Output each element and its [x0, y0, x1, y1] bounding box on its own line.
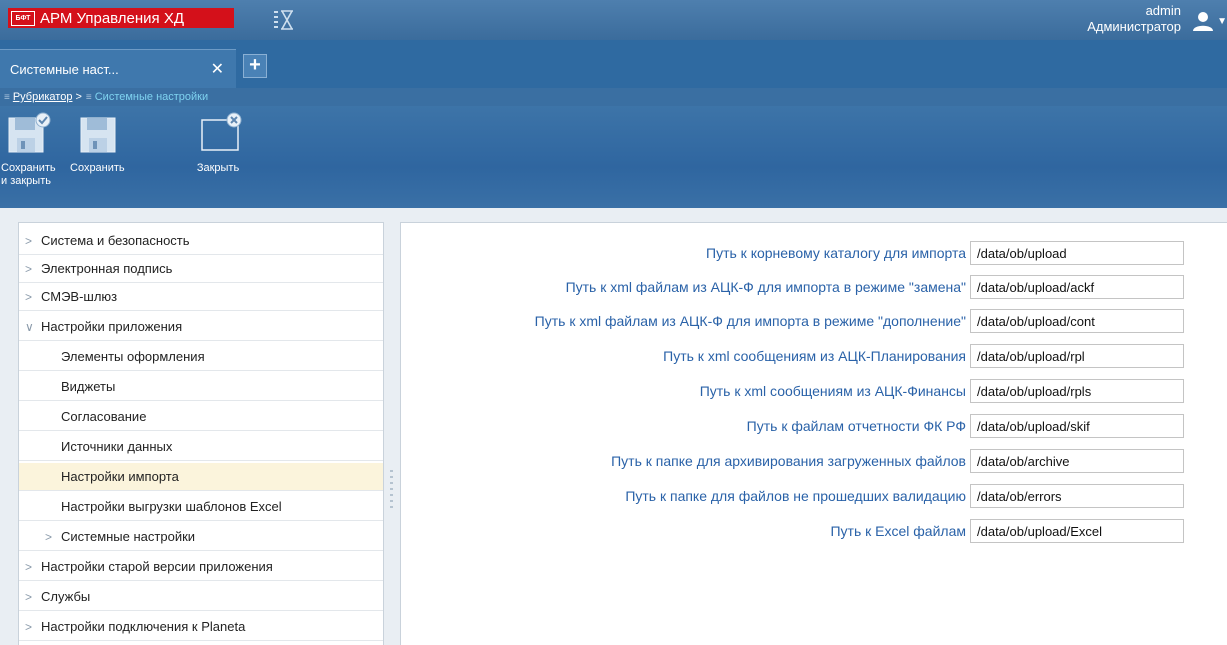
field-label: Путь к Excel файлам	[830, 523, 966, 539]
breadcrumb-current: Системные настройки	[94, 91, 209, 103]
tab-system-settings[interactable]: Системные наст... ✕	[0, 49, 236, 88]
form-row: Путь к xml файлам из АЦК-Ф для импорта в…	[401, 309, 1227, 333]
tree-item-old-version-settings[interactable]: > Настройки старой версии приложения	[19, 553, 383, 581]
form-row: Путь к папке для файлов не прошедших вал…	[401, 484, 1227, 508]
tree-item-smev-gateway[interactable]: > СМЭВ-шлюз	[19, 283, 383, 311]
save-close-label-1: Сохранить	[1, 162, 56, 174]
tree-item-label: Настройки подключения к Planeta	[41, 619, 246, 634]
user-role[interactable]: Администратор	[1087, 19, 1181, 34]
tree-item-app-settings[interactable]: ∨ Настройки приложения	[19, 313, 383, 341]
breadcrumb-link-rubricator[interactable]: Рубрикатор	[13, 91, 73, 103]
import-settings-form: Путь к корневому каталогу для импорта Пу…	[400, 222, 1227, 645]
save-label: Сохранить	[70, 162, 125, 174]
tree-item-system-settings[interactable]: > Системные настройки	[19, 523, 383, 551]
field-label: Путь к xml сообщениям из АЦК-Планировани…	[663, 348, 966, 364]
tree-item-design-elements[interactable]: Элементы оформления	[19, 343, 383, 371]
form-row: Путь к xml сообщениям из АЦК-Финансы	[401, 379, 1227, 403]
errors-path-input[interactable]	[970, 484, 1184, 508]
chevron-right-icon[interactable]: >	[25, 620, 39, 634]
tree-item-data-sources[interactable]: Источники данных	[19, 433, 383, 461]
chevron-down-icon[interactable]: ∨	[25, 320, 39, 334]
root-import-path-input[interactable]	[970, 241, 1184, 265]
tree-item-import-settings[interactable]: Настройки импорта	[19, 463, 383, 491]
tree-item-services[interactable]: > Службы	[19, 583, 383, 611]
close-icon[interactable]: ✕	[211, 59, 224, 79]
tree-item-excel-export-settings[interactable]: Настройки выгрузки шаблонов Excel	[19, 493, 383, 521]
chevron-right-icon[interactable]: >	[25, 560, 39, 574]
tree-item-label: Службы	[41, 589, 91, 604]
ackf-replace-path-input[interactable]	[970, 275, 1184, 299]
ack-planning-path-input[interactable]	[970, 344, 1184, 368]
chevron-right-icon[interactable]: >	[25, 262, 39, 276]
save-button[interactable]: Сохранить	[70, 112, 125, 175]
close-button[interactable]: Закрыть	[188, 112, 248, 175]
tree-item-label: Согласование	[61, 409, 147, 424]
ack-finance-path-input[interactable]	[970, 379, 1184, 403]
save-close-icon	[8, 112, 51, 153]
fk-reports-path-input[interactable]	[970, 414, 1184, 438]
excel-path-input[interactable]	[970, 519, 1184, 543]
tab-label: Системные наст...	[10, 61, 119, 77]
tree-item-label: Настройки приложения	[41, 319, 183, 334]
tree-item-e-signature[interactable]: > Электронная подпись	[19, 255, 383, 283]
tree-item-approval[interactable]: Согласование	[19, 403, 383, 431]
toolbar: Сохранить и закрыть Сохранить Закрыть	[0, 106, 1227, 208]
field-label: Путь к файлам отчетности ФК РФ	[746, 418, 966, 434]
tree-item-planeta-connection[interactable]: > Настройки подключения к Planeta	[19, 613, 383, 641]
tree-item-label: Системные настройки	[61, 529, 196, 544]
chevron-right-icon[interactable]: >	[25, 290, 39, 304]
save-icon	[80, 117, 116, 153]
tab-bar: Системные наст... ✕ + »	[0, 40, 1227, 118]
user-icon[interactable]	[1191, 10, 1215, 32]
top-bar: БФТ АРМ Управления ХД admin Администрато…	[0, 0, 1227, 40]
tree-item-label: Настройки импорта	[61, 469, 179, 484]
hourglass-icon[interactable]	[272, 9, 294, 31]
archive-path-input[interactable]	[970, 449, 1184, 473]
chevron-down-icon[interactable]: ▼	[1217, 16, 1227, 27]
close-window-icon	[201, 112, 242, 151]
tree-item-label: Виджеты	[61, 379, 116, 394]
form-row: Путь к корневому каталогу для импорта	[401, 241, 1227, 265]
breadcrumb-separator: >	[75, 91, 82, 103]
tree-item-label: Система и безопасность	[41, 233, 190, 248]
list-icon: ≡	[4, 91, 10, 103]
field-label: Путь к папке для файлов не прошедших вал…	[625, 488, 966, 504]
form-row: Путь к xml файлам из АЦК-Ф для импорта в…	[401, 275, 1227, 299]
tree-item-label: Электронная подпись	[41, 261, 173, 276]
field-label: Путь к xml файлам из АЦК-Ф для импорта в…	[534, 313, 966, 329]
field-label: Путь к папке для архивирования загруженн…	[611, 453, 966, 469]
close-label: Закрыть	[196, 162, 240, 174]
chevron-right-icon[interactable]: >	[25, 234, 39, 248]
tree-item-widgets[interactable]: Виджеты	[19, 373, 383, 401]
breadcrumb: ≡ Рубрикатор > ≡ Системные настройки	[0, 88, 1227, 106]
brand-logo-icon: БФТ	[11, 10, 35, 26]
tree-item-system-security[interactable]: > Система и безопасность	[19, 227, 383, 255]
add-tab-button[interactable]: +	[243, 54, 267, 78]
chevron-right-icon[interactable]: >	[25, 590, 39, 604]
list-icon: ≡	[85, 91, 92, 103]
form-row: Путь к Excel файлам	[401, 519, 1227, 543]
tree-item-label: Настройки выгрузки шаблонов Excel	[61, 499, 282, 514]
field-label: Путь к xml файлам из АЦК-Ф для импорта в…	[565, 279, 966, 295]
tree-item-label: Настройки старой версии приложения	[41, 559, 273, 574]
form-row: Путь к xml сообщениям из АЦК-Планировани…	[401, 344, 1227, 368]
field-label: Путь к xml сообщениям из АЦК-Финансы	[699, 383, 966, 399]
app-title: АРМ Управления ХД	[40, 9, 185, 27]
tree-item-label: Источники данных	[61, 439, 173, 454]
panel-splitter[interactable]	[384, 222, 400, 645]
app-logo[interactable]: БФТ АРМ Управления ХД	[8, 8, 234, 28]
drag-handle-icon[interactable]	[390, 470, 393, 510]
field-label: Путь к корневому каталогу для импорта	[706, 245, 966, 261]
save-and-close-button[interactable]: Сохранить и закрыть	[0, 112, 56, 188]
form-row: Путь к файлам отчетности ФК РФ	[401, 414, 1227, 438]
save-close-label-2: и закрыть	[1, 175, 51, 187]
chevron-right-icon[interactable]: >	[45, 530, 59, 544]
form-row: Путь к папке для архивирования загруженн…	[401, 449, 1227, 473]
user-name[interactable]: admin	[1146, 3, 1181, 18]
tree-item-label: Элементы оформления	[61, 349, 205, 364]
tree-item-label: СМЭВ-шлюз	[41, 289, 118, 304]
ackf-append-path-input[interactable]	[970, 309, 1184, 333]
settings-tree: > Система и безопасность > Электронная п…	[18, 222, 384, 645]
